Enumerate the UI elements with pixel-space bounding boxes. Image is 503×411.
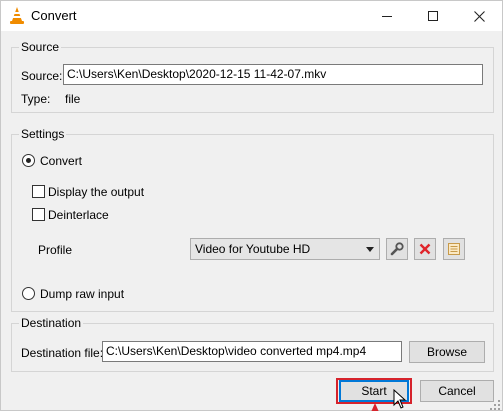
source-group-title: Source <box>19 40 62 54</box>
convert-label[interactable]: Convert <box>40 154 82 168</box>
destination-group-title: Destination <box>19 316 84 330</box>
highlight-arrow <box>371 403 379 411</box>
cancel-button[interactable]: Cancel <box>420 380 494 402</box>
minimize-icon <box>382 15 392 17</box>
resize-grip-icon[interactable] <box>489 399 501 411</box>
delete-x-icon <box>419 243 431 255</box>
convert-dialog: Convert Source Source: C:\Users\Ken\Desk… <box>0 0 503 411</box>
deinterlace-label[interactable]: Deinterlace <box>48 208 109 222</box>
new-profile-button[interactable] <box>443 238 465 260</box>
browse-button[interactable]: Browse <box>409 341 485 363</box>
profile-selected-value: Video for Youtube HD <box>195 242 311 256</box>
settings-group-title: Settings <box>19 127 67 141</box>
type-value: file <box>65 92 81 106</box>
title-bar[interactable]: Convert <box>1 1 502 31</box>
display-output-checkbox[interactable] <box>32 185 45 198</box>
chevron-down-icon <box>366 247 374 252</box>
display-output-label[interactable]: Display the output <box>48 185 144 199</box>
vlc-cone-icon <box>10 7 24 24</box>
maximize-icon <box>428 11 438 21</box>
profile-select[interactable]: Video for Youtube HD <box>190 238 380 260</box>
maximize-button[interactable] <box>410 1 456 31</box>
dump-raw-radio[interactable] <box>22 287 35 300</box>
close-icon <box>473 10 485 22</box>
source-label: Source: <box>21 69 63 83</box>
window-title: Convert <box>31 8 77 23</box>
close-button[interactable] <box>456 1 502 31</box>
destination-file-label: Destination file: <box>21 346 104 360</box>
delete-profile-button[interactable] <box>414 238 436 260</box>
dump-raw-label[interactable]: Dump raw input <box>40 287 124 301</box>
minimize-button[interactable] <box>364 1 410 31</box>
wrench-icon <box>390 242 404 256</box>
profile-label: Profile <box>38 243 73 257</box>
settings-group: Settings <box>11 127 494 312</box>
new-profile-icon <box>448 243 460 255</box>
convert-radio[interactable] <box>22 154 35 167</box>
type-label: Type: <box>21 92 51 106</box>
edit-profile-button[interactable] <box>386 238 408 260</box>
deinterlace-checkbox[interactable] <box>32 208 45 221</box>
source-path-field[interactable]: C:\Users\Ken\Desktop\2020-12-15 11-42-07… <box>63 64 483 85</box>
mouse-cursor-icon <box>393 389 407 409</box>
destination-file-field[interactable]: C:\Users\Ken\Desktop\video converted mp4… <box>102 341 402 362</box>
